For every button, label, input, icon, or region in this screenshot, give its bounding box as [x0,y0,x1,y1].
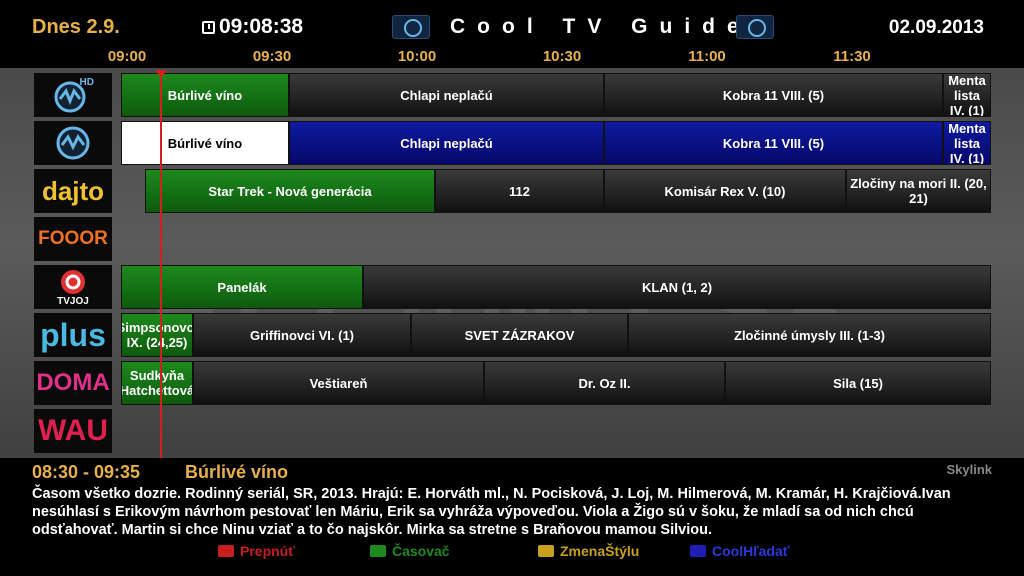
time-tick: 10:00 [397,48,437,65]
channel-logo-plus[interactable]: plus [34,313,112,357]
green-key-icon [370,545,386,557]
channel-logo-fooor[interactable]: FOOOR [34,217,112,261]
program-cell[interactable]: Menta lista IV. (1) [943,73,991,117]
program-cell[interactable]: KLAN (1, 2) [363,265,991,309]
program-cell[interactable]: Zločinné úmysly III. (1-3) [628,313,991,357]
color-key-bar: Prepnúť Časovač ZmenaŠtýlu CoolHľadať [0,543,1024,563]
time-tick: 09:30 [252,48,292,65]
app-title: Cool TV Guide [450,15,751,38]
hd-badge: HD [79,77,94,88]
clock-icon [202,20,215,34]
program-cell[interactable]: Komisár Rex V. (10) [604,169,846,213]
program-cell[interactable]: Kobra 11 VIII. (5) [604,121,943,165]
markiza-logo-icon [392,15,430,39]
key-label: Prepnúť [240,543,295,559]
red-key-button[interactable]: Prepnúť [218,543,295,559]
markiza-logo [56,126,90,160]
program-cell[interactable]: Veštiareň [193,361,484,405]
time-tick: 11:30 [833,48,871,65]
tvjoj-logo [61,269,85,294]
channel-logo-markiza-hd[interactable]: HD [34,73,112,117]
program-cell[interactable]: Búrlivé víno [121,73,289,117]
red-key-icon [218,545,234,557]
program-cell[interactable]: Griffinovci VI. (1) [193,313,411,357]
key-label: ZmenaŠtýlu [560,543,640,559]
time-tick: 09:00 [107,48,147,65]
yellow-key-button[interactable]: ZmenaŠtýlu [538,543,639,559]
program-cell[interactable]: Menta lista IV. (1) [943,121,991,165]
program-cell[interactable]: Star Trek - Nová generácia [145,169,435,213]
tvjoj-label: TVJOJ [57,295,89,307]
info-description: Časom všetko dozrie. Rodinný seriál, SR,… [32,486,951,538]
green-key-button[interactable]: Časovač [370,543,450,559]
program-cell[interactable]: Chlapi neplačú [289,121,604,165]
program-cell-selected[interactable]: Búrlivé víno [121,121,289,165]
clock-time: 09:08:38 [219,15,304,38]
program-cell[interactable]: 112 [435,169,604,213]
header-bar: Dnes 2.9. 09:08:38 Cool TV Guide 02.09.2… [0,0,1024,68]
time-tick: 11:00 [688,48,726,65]
clock: 09:08:38 [202,15,303,39]
channel-logo-markiza[interactable] [34,121,112,165]
blue-key-icon [690,545,706,557]
program-cell[interactable]: Zločiny na mori II. (20, 21) [846,169,991,213]
program-cell[interactable]: Sudkyňa Hatchettová [121,361,193,405]
program-cell[interactable]: SVET ZÁZRAKOV [411,313,628,357]
channel-logo-dajto[interactable]: dajto [34,169,112,213]
channel-logo-tvjoj[interactable]: TVJOJ [34,265,112,309]
program-cell[interactable]: Dr. Oz II. [484,361,725,405]
channel-logo-wau[interactable]: WAU [34,409,112,453]
blue-key-button[interactable]: CoolHľadať [690,543,789,559]
program-cell[interactable]: Panelák [121,265,363,309]
info-time: 08:30 - 09:35 [32,462,141,482]
info-title: Búrlivé víno [185,462,289,482]
key-label: CoolHľadať [712,543,790,559]
yellow-key-icon [538,545,554,557]
timeline: 09:00 09:30 10:00 10:30 11:00 11:30 [0,48,1024,66]
program-cell[interactable]: Simpsonovci IX. (24,25) [121,313,193,357]
markiza-logo-icon [736,15,774,39]
program-info-panel: 08:30 - 09:35 Búrlivé víno Skylink Časom… [0,458,1024,576]
program-cell[interactable]: Kobra 11 VIII. (5) [604,73,943,117]
provider-label: Skylink [946,462,992,477]
now-marker-line [160,74,162,458]
program-cell[interactable]: Chlapi neplačú [289,73,604,117]
current-date: 02.09.2013 [888,17,984,38]
channel-logo-doma[interactable]: DOMA [34,361,112,405]
key-label: Časovač [392,543,450,559]
today-label: Dnes 2.9. [32,16,120,38]
time-tick: 10:30 [542,48,582,65]
program-cell[interactable]: Sila (15) [725,361,991,405]
